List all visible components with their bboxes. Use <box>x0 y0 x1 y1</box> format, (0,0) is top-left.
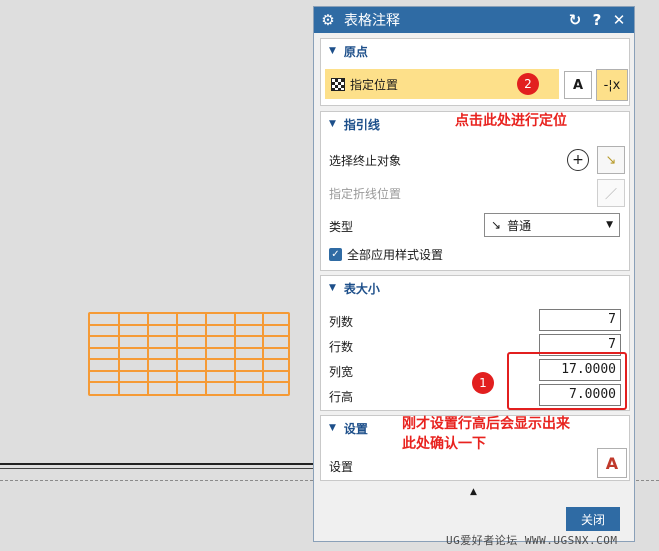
jog-location-icon[interactable]: ／ <box>597 179 625 207</box>
annotation-confirm-line1: 刚才设置行高后会显示出来 <box>402 416 570 432</box>
collapse-triangle-icon: ▼ <box>329 46 336 56</box>
gear-icon: ⚙ <box>321 11 335 29</box>
specify-jog-label: 指定折线位置 <box>329 187 402 201</box>
highlight-box <box>507 352 627 410</box>
terminal-object-icon[interactable]: ↘ <box>597 146 625 174</box>
close-dialog-button[interactable]: 关闭 <box>566 507 620 531</box>
columns-input[interactable]: 7 <box>539 309 621 331</box>
watermark-text: UG爱好者论坛 WWW.UGSNX.COM <box>446 534 618 547</box>
annotation-confirm-line2: 此处确认一下 <box>402 436 486 452</box>
step-badge-1: 1 <box>472 372 494 394</box>
point-dialog-icon[interactable]: -¦x <box>596 69 628 101</box>
origin-section: ▼ 原点 指定位置 2 A -¦x <box>320 38 630 106</box>
close-button[interactable]: ✕ <box>610 11 628 29</box>
origin-header[interactable]: ▼ 原点 <box>321 39 629 63</box>
model-centerline <box>636 480 659 481</box>
annotation-click-here: 点击此处进行定位 <box>455 113 567 129</box>
collapse-triangle-icon: ▼ <box>329 119 336 129</box>
leader-type-select[interactable]: ↘ 普通 ▼ <box>484 213 620 237</box>
leader-section: ▼ 指引线 选择终止对象 + ↘ 指定折线位置 ／ 类型 ↘ 普通 ▼ ✓ 全部… <box>320 111 630 271</box>
model-edge-line <box>0 468 313 469</box>
type-label: 类型 <box>329 220 354 234</box>
columns-label: 列数 <box>329 315 354 329</box>
table-size-section: ▼ 表大小 列数 7 行数 7 列宽 17.0000 行高 7.0000 1 <box>320 275 630 411</box>
help-button[interactable]: ? <box>588 11 606 29</box>
dialog-title: 表格注释 <box>344 13 400 29</box>
dialog-titlebar: ⚙ 表格注释 ↻ ? ✕ <box>314 7 634 33</box>
table-annotation-dialog: ⚙ 表格注释 ↻ ? ✕ ▼ 原点 指定位置 2 A -¦x ▼ 指引线 选择终… <box>313 6 635 542</box>
rows-label: 行数 <box>329 340 354 354</box>
style-settings-icon[interactable]: A <box>597 448 627 478</box>
specify-location-label: 指定位置 <box>350 77 399 92</box>
add-terminal-icon[interactable]: + <box>567 149 589 171</box>
select-terminal-label: 选择终止对象 <box>329 154 402 168</box>
column-width-label: 列宽 <box>329 365 354 379</box>
checkered-flag-icon <box>331 77 345 91</box>
reset-icon[interactable]: ↻ <box>566 11 584 29</box>
leader-plain-icon: ↘ <box>491 218 502 232</box>
model-edge-line <box>0 463 313 465</box>
model-centerline <box>0 480 313 481</box>
expand-more-icon[interactable]: ▲ <box>470 487 477 497</box>
apply-all-styles-checkbox[interactable]: ✓ <box>329 248 342 261</box>
collapse-triangle-icon: ▼ <box>329 423 336 433</box>
apply-all-styles-label: 全部应用样式设置 <box>347 248 444 262</box>
table-preview <box>88 312 290 396</box>
row-height-label: 行高 <box>329 390 354 404</box>
table-size-header[interactable]: ▼ 表大小 <box>321 276 629 300</box>
step-badge-2: 2 <box>517 73 539 95</box>
chevron-down-icon: ▼ <box>606 220 613 230</box>
collapse-triangle-icon: ▼ <box>329 283 336 293</box>
settings-label: 设置 <box>329 460 354 474</box>
origin-tool-icon[interactable]: A <box>564 71 592 99</box>
